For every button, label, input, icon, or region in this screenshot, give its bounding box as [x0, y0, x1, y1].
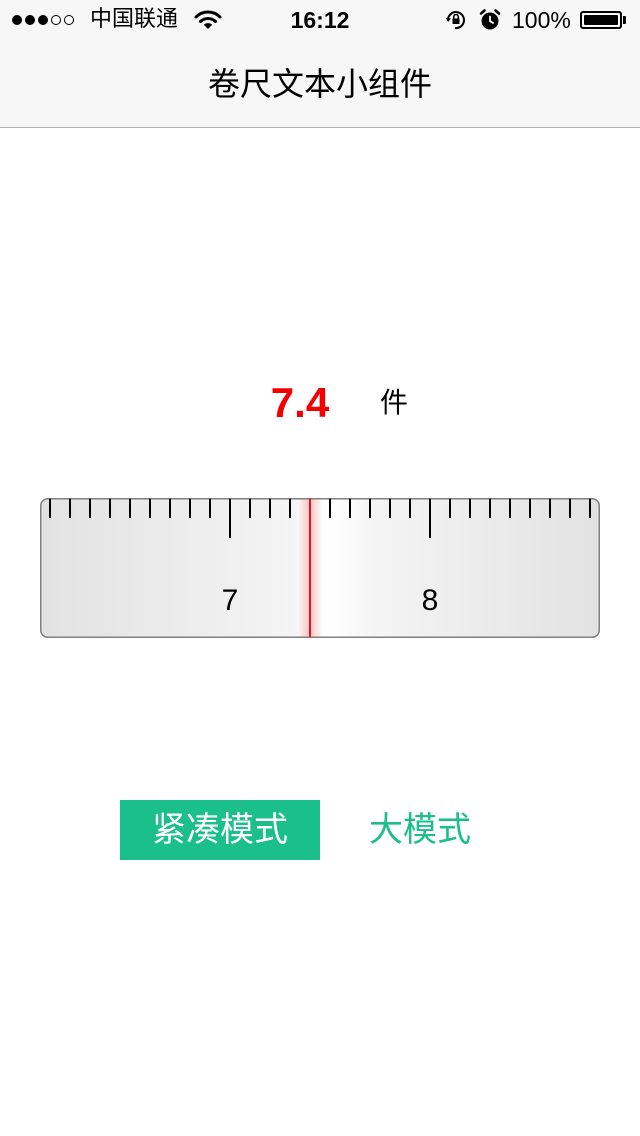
ruler-tick-label: 7	[222, 584, 239, 617]
orientation-lock-icon	[444, 9, 468, 31]
large-mode-button[interactable]: 大模式	[320, 800, 520, 860]
status-bar: 中国联通 16:12 100%	[0, 0, 640, 40]
unit-label: 件	[380, 386, 409, 419]
page-title: 卷尺文本小组件	[207, 65, 432, 103]
ruler-graphic[interactable]: 678	[40, 498, 600, 638]
compact-mode-button[interactable]: 紧凑模式	[120, 800, 320, 860]
tape-ruler[interactable]: 678	[40, 498, 600, 638]
battery-percent: 100%	[512, 7, 571, 33]
alarm-icon	[478, 8, 502, 32]
navigation-bar: 卷尺文本小组件	[0, 40, 640, 128]
measured-value: 7.4	[270, 379, 330, 426]
ruler-tick-label: 8	[422, 584, 439, 617]
